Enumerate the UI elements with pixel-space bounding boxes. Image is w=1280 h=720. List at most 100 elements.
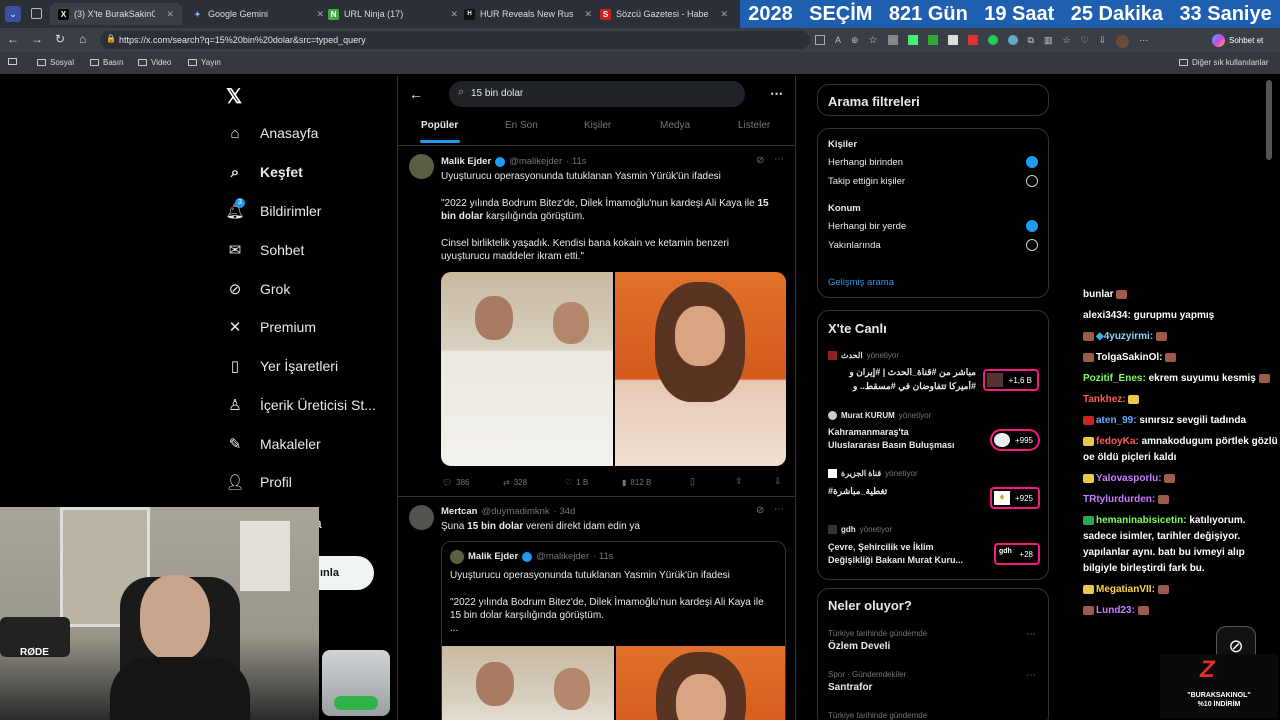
radio-anyone[interactable]	[1026, 156, 1038, 168]
reply-button[interactable]: 💬︎ 386	[442, 478, 470, 487]
back-icon[interactable]: ←	[7, 32, 19, 46]
close-tab-icon[interactable]: ✕	[166, 9, 174, 20]
extension-icon[interactable]	[887, 35, 898, 45]
trend-item[interactable]: Spor · Gündemdekiler Santrafor ⋯	[828, 670, 1043, 693]
filter-following[interactable]: Takip ettiğin kişiler	[828, 176, 905, 187]
close-tab-icon[interactable]: ✕	[584, 9, 592, 20]
bookmark-video[interactable]: Video	[138, 58, 171, 67]
share-icon[interactable]: ⇪	[735, 476, 743, 487]
puzzle-icon[interactable]: ⧉	[1028, 35, 1034, 48]
bookmark-sosyal[interactable]: Sosyal	[37, 58, 74, 67]
sidebar-item-explore[interactable]: ⌕ Keşfet	[226, 163, 303, 181]
sidebar-item-profile[interactable]: 👤︎ Profil	[225, 473, 291, 491]
scrollbar[interactable]	[1266, 80, 1272, 160]
avatar[interactable]	[1116, 35, 1130, 48]
more-options-icon[interactable]: ⋯	[770, 86, 783, 102]
tab-popular[interactable]: Popüler	[421, 120, 458, 131]
tweet-handle[interactable]: @duymadimknk	[481, 506, 549, 517]
tweet[interactable]: Mertcan @duymadimknk · 34d ⊘ ⋯ Şuna 15 b…	[398, 497, 796, 720]
like-button[interactable]: ♡ 1 B	[565, 478, 588, 487]
live-listeners-pill[interactable]: +1,6 B	[983, 369, 1039, 391]
extension-icon[interactable]	[947, 35, 958, 45]
workspaces-icon[interactable]	[31, 8, 42, 19]
trend-more-icon[interactable]: ⋯	[1026, 670, 1036, 681]
extension-icon[interactable]	[907, 35, 918, 45]
tweet-photo[interactable]	[441, 272, 613, 466]
trend-more-icon[interactable]: ⋯	[1026, 629, 1036, 640]
home-icon[interactable]: ⌂	[79, 32, 86, 46]
tab-sozcu[interactable]: S Sözcü Gazetesi - Haberler, S ✕	[600, 3, 728, 25]
grok-explain-icon[interactable]: ⊘	[756, 155, 764, 166]
tab-list-icon[interactable]: ⌄	[5, 6, 21, 22]
sidebar-toggle-icon[interactable]	[8, 58, 17, 65]
tab-people[interactable]: Kişiler	[584, 120, 611, 131]
download-icon[interactable]: ⇩	[774, 476, 782, 487]
extension-icon[interactable]	[1007, 35, 1018, 45]
sidebar-item-bookmarks[interactable]: ▯ Yer İşaretleri	[226, 357, 338, 375]
tab-url-ninja[interactable]: N URL Ninja (17) ✕	[328, 3, 458, 25]
collections-icon[interactable]: ♡	[1081, 35, 1089, 48]
sidebar-item-chat[interactable]: ✉ Sohbet	[226, 241, 305, 259]
tab-lists[interactable]: Listeler	[738, 120, 770, 131]
tweet-time[interactable]: · 11s	[566, 156, 586, 167]
tab-gemini[interactable]: ✦ Google Gemini ✕	[192, 3, 324, 25]
tweet-more-icon[interactable]: ⋯	[774, 504, 784, 515]
copilot-chat-button[interactable]: Sohbet et	[1212, 31, 1263, 49]
reload-icon[interactable]: ↻	[55, 32, 65, 46]
avatar[interactable]	[409, 505, 434, 530]
sidebar-item-grok[interactable]: ⊘ Grok	[226, 280, 291, 298]
tweet-author-name[interactable]: Malik Ejder	[441, 156, 491, 167]
zoom-icon[interactable]: ⊕	[851, 35, 859, 48]
downloads-icon[interactable]: ⇩	[1099, 35, 1107, 48]
x-logo-icon[interactable]: 𝕏	[226, 84, 242, 109]
repost-button[interactable]: ⇄ 328	[503, 478, 527, 487]
tweet-time[interactable]: · 34d	[554, 506, 576, 517]
app-icon[interactable]	[815, 35, 825, 45]
extension-icon[interactable]	[987, 35, 998, 45]
extension-icon[interactable]	[967, 35, 978, 45]
tweet-photo[interactable]	[614, 272, 786, 466]
quoted-tweet[interactable]: Malik Ejder @malikejder · 11s Uyuşturucu…	[441, 541, 786, 720]
trend-item[interactable]: Türkiye tarihinde gündemde Özlem Develi …	[828, 629, 1043, 652]
extension-icon[interactable]	[927, 35, 938, 45]
grok-explain-icon[interactable]: ⊘	[756, 505, 764, 516]
live-listeners-pill[interactable]: ♦ +925	[990, 487, 1040, 509]
radio-anywhere[interactable]	[1026, 220, 1038, 232]
advanced-search-link[interactable]: Gelişmiş arama	[828, 277, 894, 288]
close-tab-icon[interactable]: ✕	[720, 9, 728, 20]
tweet-author-name[interactable]: Mertcan	[441, 506, 477, 517]
bookmark-yayin[interactable]: Yayın	[188, 58, 221, 67]
sidebar-item-notifications[interactable]: 🔔︎ 3 Bildirimler	[225, 198, 321, 220]
url-field[interactable]: 🔒 https://x.com/search?q=15%20bin%20dola…	[100, 31, 810, 49]
filter-anyone[interactable]: Herhangi birinden	[828, 157, 903, 168]
filter-near-you[interactable]: Yakınlarında	[828, 240, 881, 251]
star-icon[interactable]: ☆	[869, 35, 878, 48]
tab-latest[interactable]: En Son	[505, 120, 538, 131]
views-button[interactable]: ▮ 812 B	[622, 478, 651, 487]
sidebar-item-premium[interactable]: ✕ Premium	[226, 318, 316, 336]
favorites-icon[interactable]: ☆	[1062, 35, 1070, 48]
tab-x[interactable]: X (3) X'te BurakSakinOl: "Ken ✕	[50, 3, 182, 25]
read-aloud-icon[interactable]: A	[835, 35, 841, 48]
tweet-handle[interactable]: @malikejder	[509, 156, 562, 167]
back-arrow-icon[interactable]: ←	[409, 86, 423, 102]
bookmark-basin[interactable]: Basın	[90, 58, 123, 67]
close-tab-icon[interactable]: ✕	[450, 9, 458, 20]
radio-following[interactable]	[1026, 175, 1038, 187]
sidebar-item-articles[interactable]: ✎ Makaleler	[226, 435, 321, 453]
sidebar-item-creator-studio[interactable]: ♙ İçerik Üreticisi St...	[226, 396, 376, 414]
search-input[interactable]: ⌕ 15 bin dolar	[449, 81, 745, 107]
live-listeners-pill[interactable]: gdh +28	[994, 543, 1040, 565]
trend-item[interactable]: Türkiye tarihinde gündemde	[828, 711, 1043, 720]
tweet[interactable]: Malik Ejder @malikejder · 11s ⊘ ⋯ Uyuştu…	[398, 146, 796, 496]
tweet-more-icon[interactable]: ⋯	[774, 154, 784, 165]
live-listeners-pill[interactable]: +995	[990, 429, 1040, 451]
tweet-media[interactable]	[441, 272, 786, 466]
sidebar-item-home[interactable]: ⌂ Anasayfa	[226, 124, 318, 142]
tab-hur[interactable]: H HUR Reveals New Russian ✕	[464, 3, 592, 25]
avatar[interactable]	[409, 154, 434, 179]
radio-near-you[interactable]	[1026, 239, 1038, 251]
tab-media[interactable]: Medya	[660, 120, 690, 131]
other-bookmarks[interactable]: Diğer sık kullanılanlar	[1179, 58, 1268, 67]
close-tab-icon[interactable]: ✕	[316, 9, 324, 20]
